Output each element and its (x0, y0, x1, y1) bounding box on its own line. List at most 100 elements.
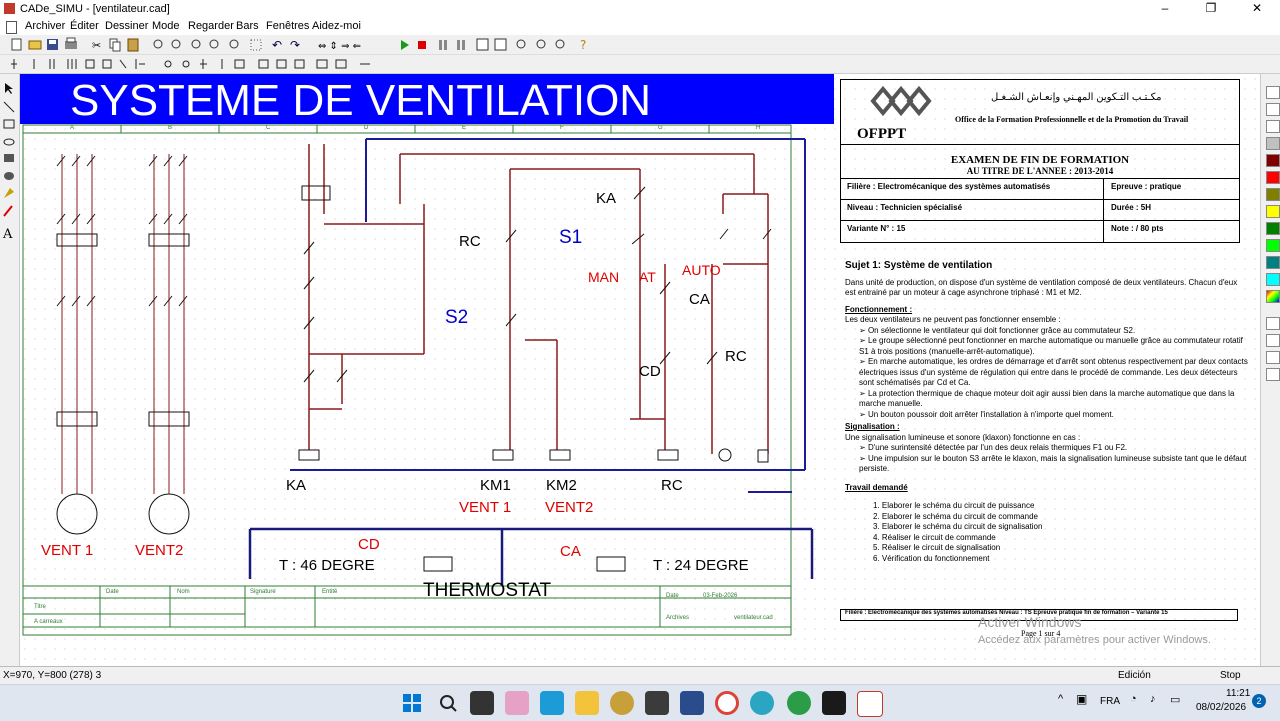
coil-label-km1: KM1 (480, 477, 511, 494)
color-swatch[interactable] (1266, 256, 1280, 269)
col-letter: B (168, 125, 173, 131)
cade-simu-icon[interactable] (857, 691, 883, 717)
app-icon[interactable] (610, 691, 634, 715)
clock-date[interactable]: 08/02/2026 (1196, 702, 1246, 713)
color-swatch[interactable] (1266, 137, 1280, 150)
close-button[interactable]: ✕ (1234, 0, 1280, 18)
color-swatch[interactable] (1266, 188, 1280, 201)
menu-aide[interactable]: Aidez-moi (312, 20, 361, 32)
drawing-tool-icons[interactable]: A (0, 80, 19, 250)
line-tool-icon (3, 101, 15, 113)
grid-icon[interactable] (250, 39, 262, 51)
zoom-in-icon[interactable] (516, 39, 565, 49)
menu-regarder[interactable]: Regarder (188, 20, 234, 32)
maximize-button[interactable]: ❐ (1188, 0, 1234, 18)
activate-windows-text: Accédez aux paramètres pour activer Wind… (978, 634, 1211, 646)
document-icon (6, 21, 17, 34)
new-file-icon[interactable] (11, 38, 22, 51)
file-explorer-icon[interactable] (575, 691, 599, 715)
travail-title: Travail demandé (845, 482, 908, 492)
undo-icon[interactable]: ↶ ↷ (272, 38, 300, 52)
ofppt-logo (870, 85, 932, 117)
clock-time[interactable]: 11:21 (1226, 688, 1250, 699)
cartouche-titre: Titre (34, 604, 46, 610)
menu-dessiner[interactable]: Dessiner (105, 20, 148, 32)
app-icon[interactable] (822, 691, 846, 715)
cut-icon[interactable]: ✂ (92, 39, 101, 52)
zoom-window-icon[interactable] (153, 39, 239, 49)
exam-document: OFPPT مكـتـب التـكوين المهـني وإنعـاش ال… (840, 79, 1258, 659)
wifi-icon[interactable]: ◔ (1130, 693, 1137, 705)
color-swatch[interactable] (1266, 334, 1280, 347)
cartouche-file: ventilateur.cad (734, 615, 773, 621)
menu-mode[interactable]: Mode (152, 20, 180, 32)
cartouche-archives: Archives (666, 615, 690, 621)
svg-text:⇔ ⇕ ⇒ ⇐: ⇔ ⇕ ⇒ ⇐ (318, 41, 361, 52)
svg-text:✂: ✂ (92, 39, 101, 52)
play-icon[interactable] (401, 40, 409, 50)
color-swatch[interactable] (1266, 171, 1280, 184)
color-swatch[interactable] (1266, 351, 1280, 364)
stop-icon[interactable] (418, 41, 426, 49)
help-icon[interactable]: ? (580, 38, 586, 52)
thermostat-cd-label: CD (358, 536, 380, 553)
chrome-icon[interactable] (715, 691, 739, 715)
menu-archiver[interactable]: Archiver (25, 20, 65, 32)
color-swatch[interactable] (1266, 368, 1280, 381)
color-swatch[interactable] (1266, 103, 1280, 116)
color-swatch[interactable] (1266, 154, 1280, 167)
menu-bars[interactable]: Bars (236, 20, 259, 32)
app-icon[interactable] (645, 691, 669, 715)
color-swatch[interactable] (1266, 86, 1280, 99)
status-coords: X=970, Y=800 (278) 3 (3, 670, 102, 681)
col-letter: E (462, 125, 467, 131)
menu-editer[interactable]: Éditer (70, 20, 99, 32)
app-icon[interactable] (680, 691, 704, 715)
notification-badge[interactable]: 2 (1252, 694, 1266, 708)
list-item: 6. Vérification du fonctionnement (873, 553, 990, 563)
language-indicator[interactable]: FRA (1100, 696, 1120, 707)
color-swatch[interactable] (1266, 317, 1280, 330)
color-swatch[interactable] (1266, 205, 1280, 218)
color-swatch[interactable] (1266, 290, 1280, 303)
list-item: ➢ En marche automatique, les ordres de d… (859, 357, 1248, 387)
component-icons[interactable] (0, 55, 380, 73)
align-icons[interactable]: ⇔ ⇕ ⇒ ⇐ (318, 41, 361, 52)
col-letter: D (364, 125, 369, 131)
paste-icon[interactable] (127, 38, 139, 52)
list-item: ➢ Le groupe sélectionné peut fonctionner… (859, 336, 1243, 356)
save-icon[interactable] (47, 39, 58, 50)
cartouche-date: Date (106, 589, 119, 595)
copy-icon[interactable] (109, 38, 121, 52)
coil-label-km2: KM2 (546, 477, 577, 494)
doc-header-box: OFPPT مكـتـب التـكوين المهـني وإنعـاش ال… (840, 79, 1240, 145)
color-swatch[interactable] (1266, 120, 1280, 133)
pause-icon[interactable] (439, 40, 465, 50)
rectangle-tool-icon (3, 119, 15, 129)
task-view-icon[interactable] (470, 691, 494, 715)
color-swatch[interactable] (1266, 222, 1280, 235)
app-icon[interactable] (750, 691, 774, 715)
volume-icon[interactable]: ♪ (1150, 693, 1156, 705)
edge-icon[interactable] (540, 691, 564, 715)
select-icon[interactable] (476, 38, 507, 51)
drawing-canvas[interactable]: SYSTEME DE VENTILATION A B C D E F G H V… (20, 74, 1260, 666)
print-icon[interactable] (65, 37, 77, 49)
cartouche-entite: Entité (322, 589, 338, 595)
tray-chevron-icon[interactable]: ^ (1058, 693, 1063, 705)
open-icon[interactable] (28, 40, 42, 50)
app-icon (4, 3, 15, 14)
tray-app-icon[interactable]: ▣ (1076, 692, 1087, 706)
list-item: ➢ Une impulsion sur le bouton S3 arrête … (859, 453, 1247, 474)
start-button[interactable] (400, 691, 424, 715)
list-item: 5. Réaliser le circuit de signalisation (873, 543, 1001, 552)
menu-fenetres[interactable]: Fenêtres (266, 20, 309, 32)
color-swatch[interactable] (1266, 273, 1280, 286)
toolbar-icons: ✂ ↶ ↷ ⇔ ⇕ ⇒ ⇐ ? (11, 37, 586, 52)
search-icon[interactable] (436, 691, 460, 715)
chrome-profile-icon[interactable] (787, 691, 811, 715)
battery-icon[interactable]: ▭ (1170, 693, 1180, 706)
widget-icon[interactable] (505, 691, 529, 715)
minimize-button[interactable]: – (1142, 0, 1188, 18)
color-swatch[interactable] (1266, 239, 1280, 252)
